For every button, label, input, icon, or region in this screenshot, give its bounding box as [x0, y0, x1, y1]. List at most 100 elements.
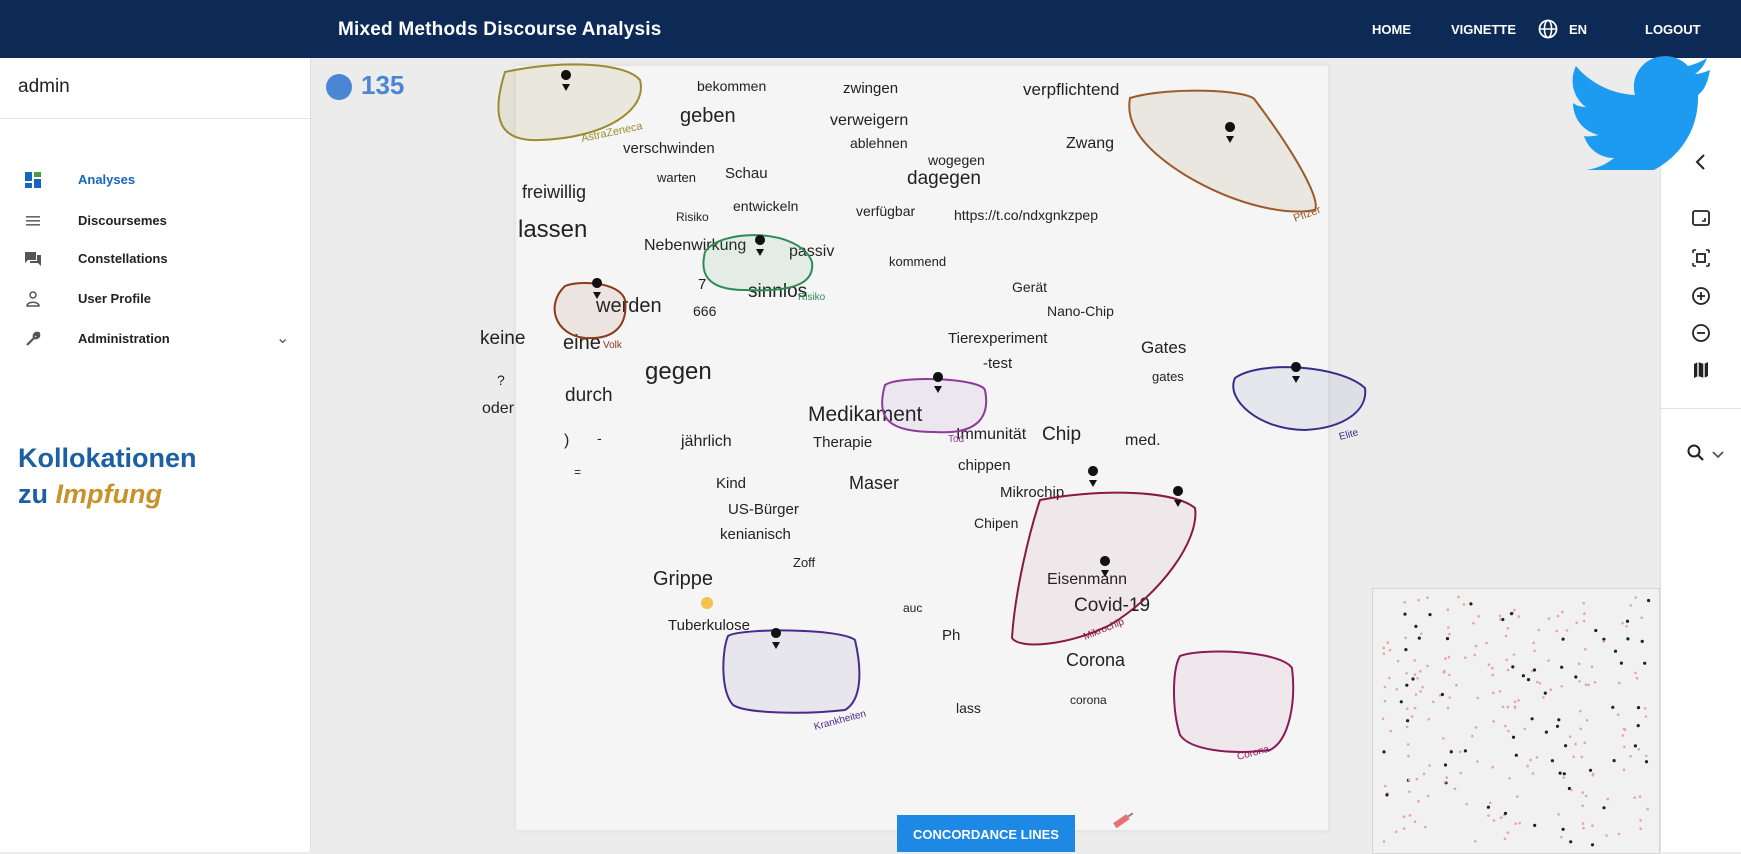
minimap-point [1619, 661, 1623, 665]
map-icon[interactable] [1691, 360, 1711, 380]
minimap-point [1383, 699, 1387, 703]
minimap-point [1572, 755, 1575, 759]
minimap-point [1560, 835, 1563, 839]
minimap-point [1449, 750, 1453, 754]
minimap-point [1582, 619, 1586, 623]
minimap-point [1590, 665, 1594, 669]
minimap-point [1579, 709, 1582, 713]
minimap-point [1547, 617, 1551, 620]
minimap-point [1555, 629, 1558, 633]
minimap-point [1503, 837, 1507, 841]
minimap-point [1421, 685, 1424, 689]
minimap-point [1587, 683, 1590, 687]
hull-pfizer[interactable]: Pfizer [1128, 89, 1323, 225]
minimap-point [1616, 713, 1620, 716]
minimap-point [1395, 688, 1399, 691]
minimap-point [1568, 735, 1572, 738]
minimap-point [1499, 816, 1503, 819]
minimap-point [1382, 652, 1386, 656]
minimap-point [1407, 778, 1411, 782]
minimap-point [1550, 759, 1554, 763]
minimap-point [1635, 676, 1639, 680]
minimap-point [1498, 690, 1502, 693]
minimap-point [1634, 596, 1637, 599]
minimap-point [1543, 691, 1547, 695]
minimap-point [1419, 690, 1422, 693]
minimap-point [1443, 780, 1447, 784]
minimap-point [1574, 742, 1577, 746]
divider [1661, 408, 1741, 409]
minimap-point [1417, 636, 1421, 640]
minimap-point [1645, 754, 1648, 758]
zoom-in-icon[interactable] [1691, 286, 1711, 306]
minimap-point [1637, 748, 1641, 751]
minimap-point [1564, 744, 1568, 748]
minimap-point [1569, 840, 1573, 844]
zoom-out-icon[interactable] [1691, 323, 1711, 343]
minimap-point [1404, 648, 1408, 652]
hull-risiko[interactable]: Risiko [702, 234, 826, 303]
minimap-point [1388, 676, 1391, 680]
minimap-point [1583, 741, 1587, 744]
hull-tod[interactable]: Tod [881, 378, 988, 445]
minimap-point [1581, 822, 1585, 825]
fit-to-screen-icon[interactable] [1691, 248, 1711, 268]
minimap-point [1485, 641, 1488, 645]
hull-corona[interactable]: Corona [1173, 650, 1295, 763]
minimap-point [1638, 795, 1642, 798]
minimap-point [1465, 802, 1468, 806]
minimap-point [1526, 678, 1531, 682]
minimap-point [1591, 824, 1594, 827]
minimap-point [1560, 665, 1564, 669]
minimap-point [1605, 834, 1608, 837]
hull-astrazeneca[interactable]: AstraZeneca [497, 63, 644, 145]
hull-elite[interactable]: Elite [1232, 366, 1367, 443]
concordance-lines-button[interactable]: CONCORDANCE LINES [897, 815, 1075, 852]
minimap-point [1504, 724, 1507, 728]
minimap-point [1581, 791, 1584, 794]
minimap-point [1427, 717, 1431, 721]
minimap-point [1618, 681, 1621, 685]
syringe-icon [1113, 812, 1134, 829]
minimap[interactable] [1372, 588, 1660, 854]
minimap-point [1606, 797, 1610, 801]
minimap-point [1463, 749, 1467, 753]
minimap-point [1511, 665, 1515, 669]
hull-krankheiten[interactable]: Krankheiten [722, 629, 867, 733]
minimap-point [1396, 659, 1400, 663]
minimap-point [1561, 637, 1565, 641]
minimap-point [1531, 772, 1535, 775]
minimap-point [1644, 715, 1648, 718]
hull-mikrochip[interactable]: Mikrochip [1010, 491, 1197, 646]
minimap-point [1443, 763, 1448, 767]
minimap-point [1453, 787, 1457, 790]
minimap-point [1446, 608, 1450, 611]
minimap-point [1621, 734, 1624, 737]
minimap-point [1578, 680, 1581, 683]
minimap-point [1424, 825, 1427, 829]
minimap-point [1406, 719, 1410, 723]
minimap-point [1381, 717, 1385, 721]
minimap-point [1458, 750, 1462, 754]
minimap-point [1487, 814, 1490, 817]
chevron-down-icon[interactable] [1711, 445, 1725, 465]
minimap-point [1448, 696, 1451, 699]
minimap-point [1491, 673, 1494, 677]
minimap-point [1491, 666, 1494, 670]
minimap-point [1411, 677, 1415, 681]
fullscreen-icon[interactable] [1691, 208, 1711, 228]
minimap-point [1613, 649, 1618, 653]
minimap-point [1647, 598, 1651, 603]
minimap-point [1626, 637, 1630, 641]
minimap-point [1514, 822, 1517, 825]
hull-volk[interactable]: Volk [553, 281, 627, 351]
minimap-point [1512, 653, 1516, 656]
minimap-point [1420, 632, 1423, 636]
minimap-point [1532, 668, 1537, 672]
minimap-point [1388, 648, 1392, 652]
minimap-point [1504, 634, 1508, 638]
search-icon[interactable] [1686, 443, 1706, 463]
minimap-point [1629, 604, 1633, 607]
minimap-point [1414, 693, 1418, 696]
minimap-point [1448, 632, 1451, 636]
